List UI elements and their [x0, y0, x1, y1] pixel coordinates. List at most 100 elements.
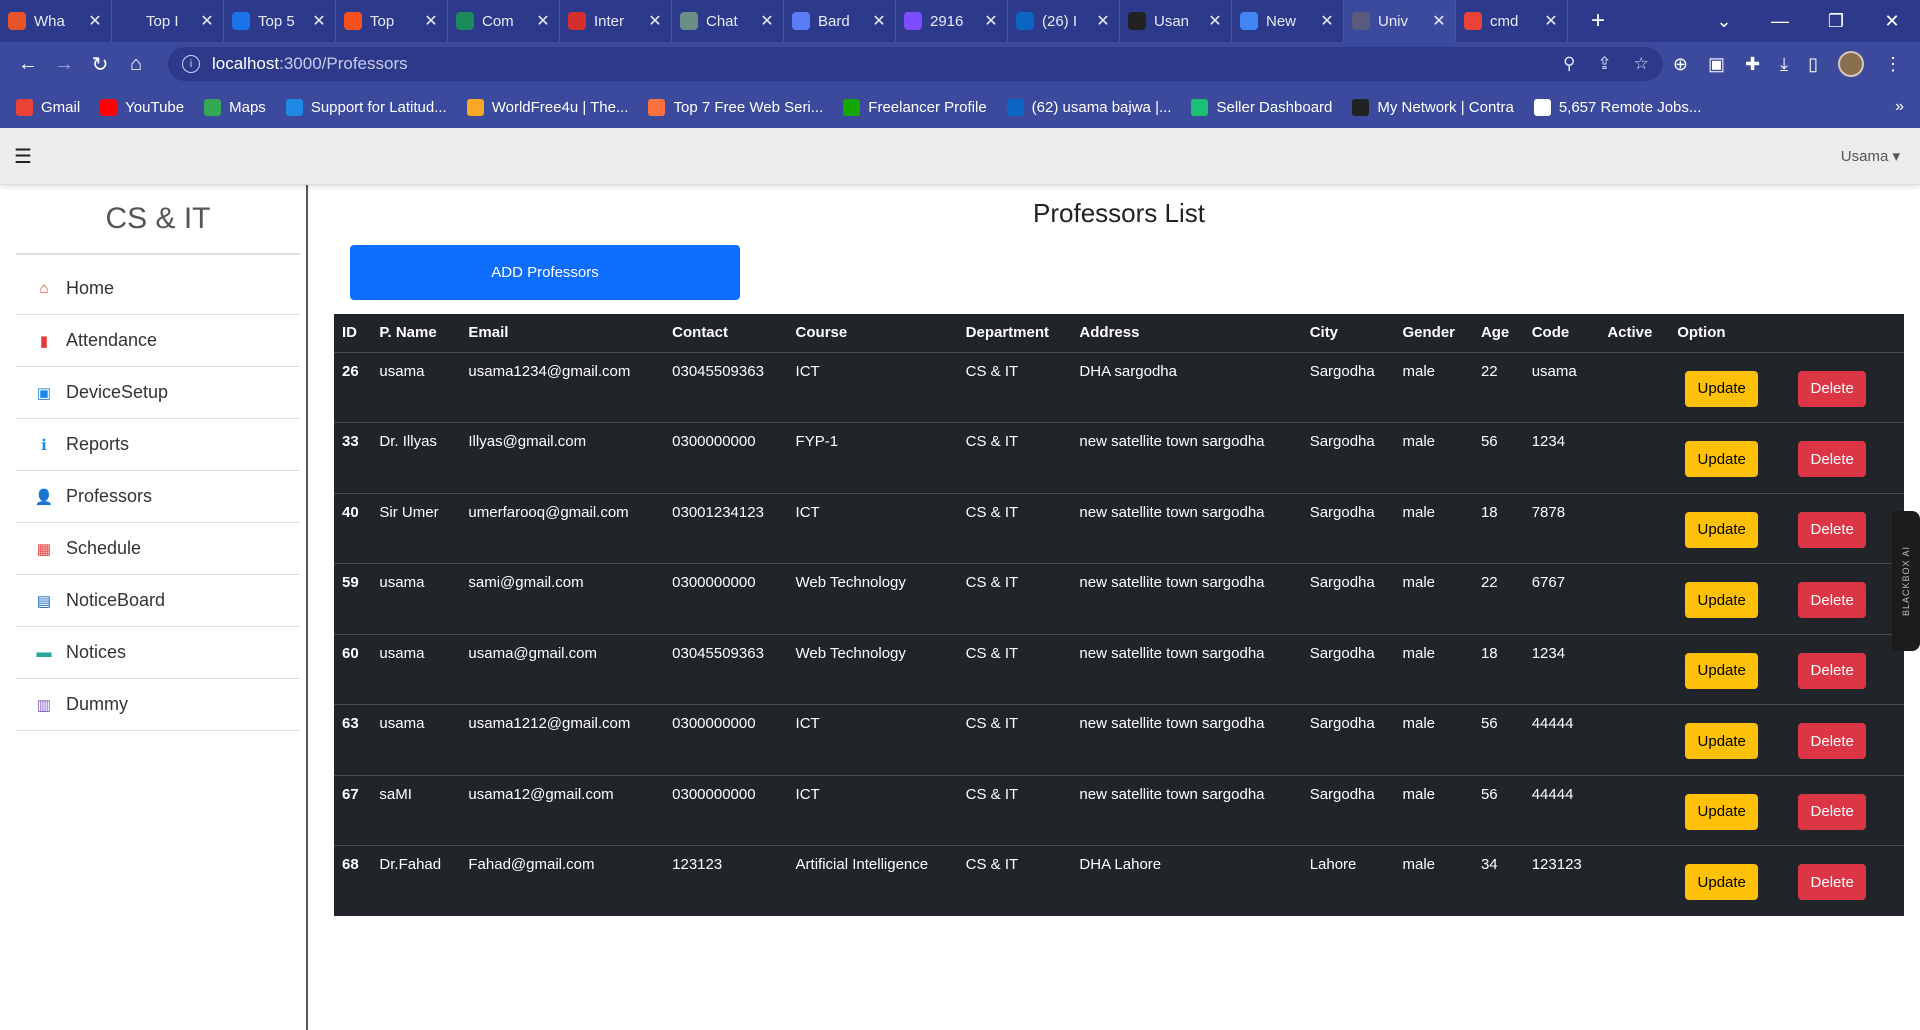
update-button[interactable]: Update	[1685, 370, 1759, 407]
bookmark-item[interactable]: Gmail	[16, 98, 80, 116]
cell-email: Illyas@gmail.com	[460, 422, 665, 494]
bookmarks-overflow-button[interactable]: »	[1895, 98, 1904, 116]
bookmark-item[interactable]: WorldFree4u | The...	[466, 98, 628, 116]
delete-button[interactable]: Delete	[1798, 511, 1867, 548]
close-window-button[interactable]: ✕	[1864, 11, 1920, 32]
update-button[interactable]: Update	[1685, 511, 1759, 548]
bookmark-item[interactable]: My Network | Contra	[1352, 98, 1514, 116]
sidebar-item-dummy[interactable]: ▥ Dummy	[16, 679, 300, 731]
browser-tab[interactable]: Usan ✕	[1120, 0, 1232, 42]
minimize-button[interactable]: —	[1752, 11, 1808, 32]
tab-close-icon[interactable]: ✕	[871, 11, 887, 31]
tab-close-icon[interactable]: ✕	[535, 11, 551, 31]
browser-tab[interactable]: cmd ✕	[1456, 0, 1568, 42]
tab-close-icon[interactable]: ✕	[1319, 11, 1335, 31]
user-dropdown[interactable]: Usama ▾	[1841, 147, 1906, 165]
sidebar-item-home[interactable]: ⌂ Home	[16, 263, 300, 315]
tab-close-icon[interactable]: ✕	[983, 11, 999, 31]
browser-tab[interactable]: Inter ✕	[560, 0, 672, 42]
bookmark-item[interactable]: Seller Dashboard	[1191, 98, 1332, 116]
puzzle-icon[interactable]: ✚	[1745, 54, 1760, 75]
forward-button[interactable]: →	[46, 53, 82, 76]
sidebar-item-notices[interactable]: ▬ Notices	[16, 627, 300, 679]
download-icon[interactable]: ⤓	[1780, 54, 1788, 75]
menu-toggle-icon[interactable]: ☰	[14, 144, 32, 169]
tab-search-icon[interactable]: ⌄	[1696, 11, 1752, 32]
sidebar-item-devicesetup[interactable]: ▣ DeviceSetup	[16, 367, 300, 419]
bookmark-item[interactable]: Freelancer Profile	[843, 98, 987, 116]
tab-close-icon[interactable]: ✕	[311, 11, 327, 31]
update-button[interactable]: Update	[1685, 582, 1759, 618]
browser-tab[interactable]: Wha ✕	[0, 0, 112, 42]
sidebar-item-professors[interactable]: 👤 Professors	[16, 471, 300, 523]
browser-tab[interactable]: Top ✕	[336, 0, 448, 42]
cell-options: Update Delete	[1669, 563, 1904, 635]
sidebar-item-reports[interactable]: ℹ Reports	[16, 419, 300, 471]
tab-close-icon[interactable]: ✕	[199, 11, 215, 31]
profile-avatar[interactable]	[1838, 51, 1864, 77]
bookmark-star-icon[interactable]: ☆	[1634, 54, 1649, 74]
bookmark-item[interactable]: Support for Latitud...	[285, 98, 447, 116]
cell-address: new satellite town sargodha	[1071, 775, 1302, 846]
tab-close-icon[interactable]: ✕	[87, 11, 103, 31]
browser-tab[interactable]: Bard ✕	[784, 0, 896, 42]
bookmark-item[interactable]: YouTube	[100, 98, 184, 116]
restore-button[interactable]: ❐	[1808, 11, 1864, 32]
blackbox-ai-widget[interactable]: BLACKBOX AI	[1892, 511, 1920, 651]
back-button[interactable]: ←	[10, 53, 46, 76]
extension-b-icon[interactable]: ▣	[1708, 54, 1725, 75]
update-button[interactable]: Update	[1685, 793, 1759, 830]
delete-button[interactable]: Delete	[1798, 864, 1867, 900]
bookmark-item[interactable]: (62) usama bajwa |...	[1006, 98, 1171, 116]
update-button[interactable]: Update	[1685, 723, 1759, 759]
add-professor-button[interactable]: ADD Professors	[350, 245, 740, 300]
cell-age: 18	[1472, 493, 1524, 564]
browser-tab[interactable]: Com ✕	[448, 0, 560, 42]
sidebar-item-attendance[interactable]: ▮ Attendance	[16, 315, 300, 367]
delete-button[interactable]: Delete	[1798, 582, 1867, 618]
delete-button[interactable]: Delete	[1798, 652, 1867, 689]
tab-close-icon[interactable]: ✕	[1207, 11, 1223, 31]
bookmark-label: Freelancer Profile	[868, 98, 987, 116]
tab-close-icon[interactable]: ✕	[1095, 11, 1111, 31]
browser-menu-icon[interactable]: ⋮	[1884, 54, 1902, 75]
update-button[interactable]: Update	[1685, 652, 1759, 689]
delete-button[interactable]: Delete	[1798, 370, 1867, 407]
browser-tab[interactable]: Univ ✕	[1344, 0, 1456, 42]
browser-tab[interactable]: Chat ✕	[672, 0, 784, 42]
url-field[interactable]: i localhost:3000/Professors ⚲ ⇪ ☆	[168, 47, 1663, 81]
tab-close-icon[interactable]: ✕	[1543, 11, 1559, 31]
table-header: ID P. Name Email Contact Course Department Add…	[334, 314, 1904, 353]
tab-close-icon[interactable]: ✕	[759, 11, 775, 31]
sidebar-item-schedule[interactable]: ▦ Schedule	[16, 523, 300, 575]
browser-tab[interactable]: (26) I ✕	[1008, 0, 1120, 42]
reload-button[interactable]: ↻	[82, 52, 118, 77]
cell-contact: 03045509363	[664, 634, 788, 705]
update-button[interactable]: Update	[1685, 864, 1759, 900]
browser-tab[interactable]: Top 5 ✕	[224, 0, 336, 42]
zoom-icon[interactable]: ⚲	[1563, 54, 1575, 74]
bookmark-item[interactable]: Top 7 Free Web Seri...	[648, 98, 823, 116]
cell-department: CS & IT	[957, 775, 1072, 846]
delete-button[interactable]: Delete	[1798, 723, 1867, 759]
tab-close-icon[interactable]: ✕	[647, 11, 663, 31]
update-button[interactable]: Update	[1685, 441, 1759, 477]
browser-tab[interactable]: Top I ✕	[112, 0, 224, 42]
browser-tab[interactable]: 2916 ✕	[896, 0, 1008, 42]
site-info-icon[interactable]: i	[182, 55, 200, 73]
cell-course: ICT	[787, 775, 958, 846]
cell-active	[1599, 352, 1670, 423]
share-icon[interactable]: ⇪	[1597, 54, 1611, 74]
tab-close-icon[interactable]: ✕	[423, 11, 439, 31]
tab-close-icon[interactable]: ✕	[1431, 11, 1447, 31]
bookmark-item[interactable]: 5,657 Remote Jobs...	[1533, 98, 1701, 116]
new-tab-button[interactable]: +	[1580, 7, 1616, 35]
bookmark-item[interactable]: Maps	[204, 98, 266, 116]
browser-tab[interactable]: New ✕	[1232, 0, 1344, 42]
extension-plus-icon[interactable]: ⊕	[1673, 54, 1688, 75]
sidepanel-icon[interactable]: ▯	[1808, 54, 1818, 75]
delete-button[interactable]: Delete	[1798, 441, 1867, 477]
home-button[interactable]: ⌂	[118, 53, 154, 76]
delete-button[interactable]: Delete	[1798, 793, 1867, 830]
sidebar-item-noticeboard[interactable]: ▤ NoticeBoard	[16, 575, 300, 627]
